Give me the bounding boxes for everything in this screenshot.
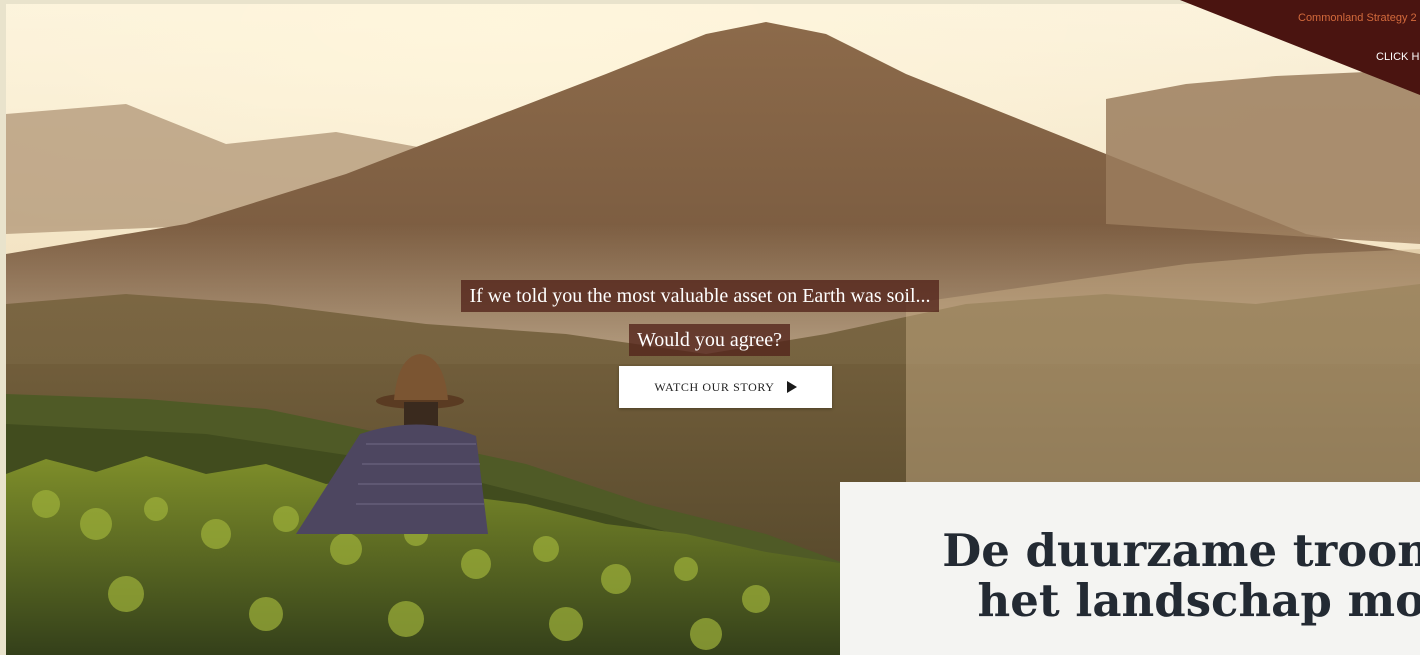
tagline-line-1: If we told you the most valuable asset o… (461, 280, 939, 312)
play-icon (786, 381, 797, 393)
tagline-line-2: Would you agree? (629, 324, 790, 356)
page: Commonland Strategy 2 CLICK H If we told… (0, 0, 1420, 655)
tagline-line-1-wrap: If we told you the most valuable asset o… (0, 280, 1420, 312)
banner-title[interactable]: Commonland Strategy 2 (1298, 12, 1417, 24)
watch-our-story-label: WATCH OUR STORY (654, 379, 775, 394)
news-popup[interactable]: De duurzame troonrec het landschap moet (840, 482, 1420, 655)
watch-our-story-button[interactable]: WATCH OUR STORY (619, 366, 832, 408)
popup-headline[interactable]: De duurzame troonrec het landschap moet (876, 526, 1420, 626)
banner-cta-link[interactable]: CLICK H (1376, 51, 1419, 63)
tagline-line-2-wrap: Would you agree? (0, 324, 1420, 356)
